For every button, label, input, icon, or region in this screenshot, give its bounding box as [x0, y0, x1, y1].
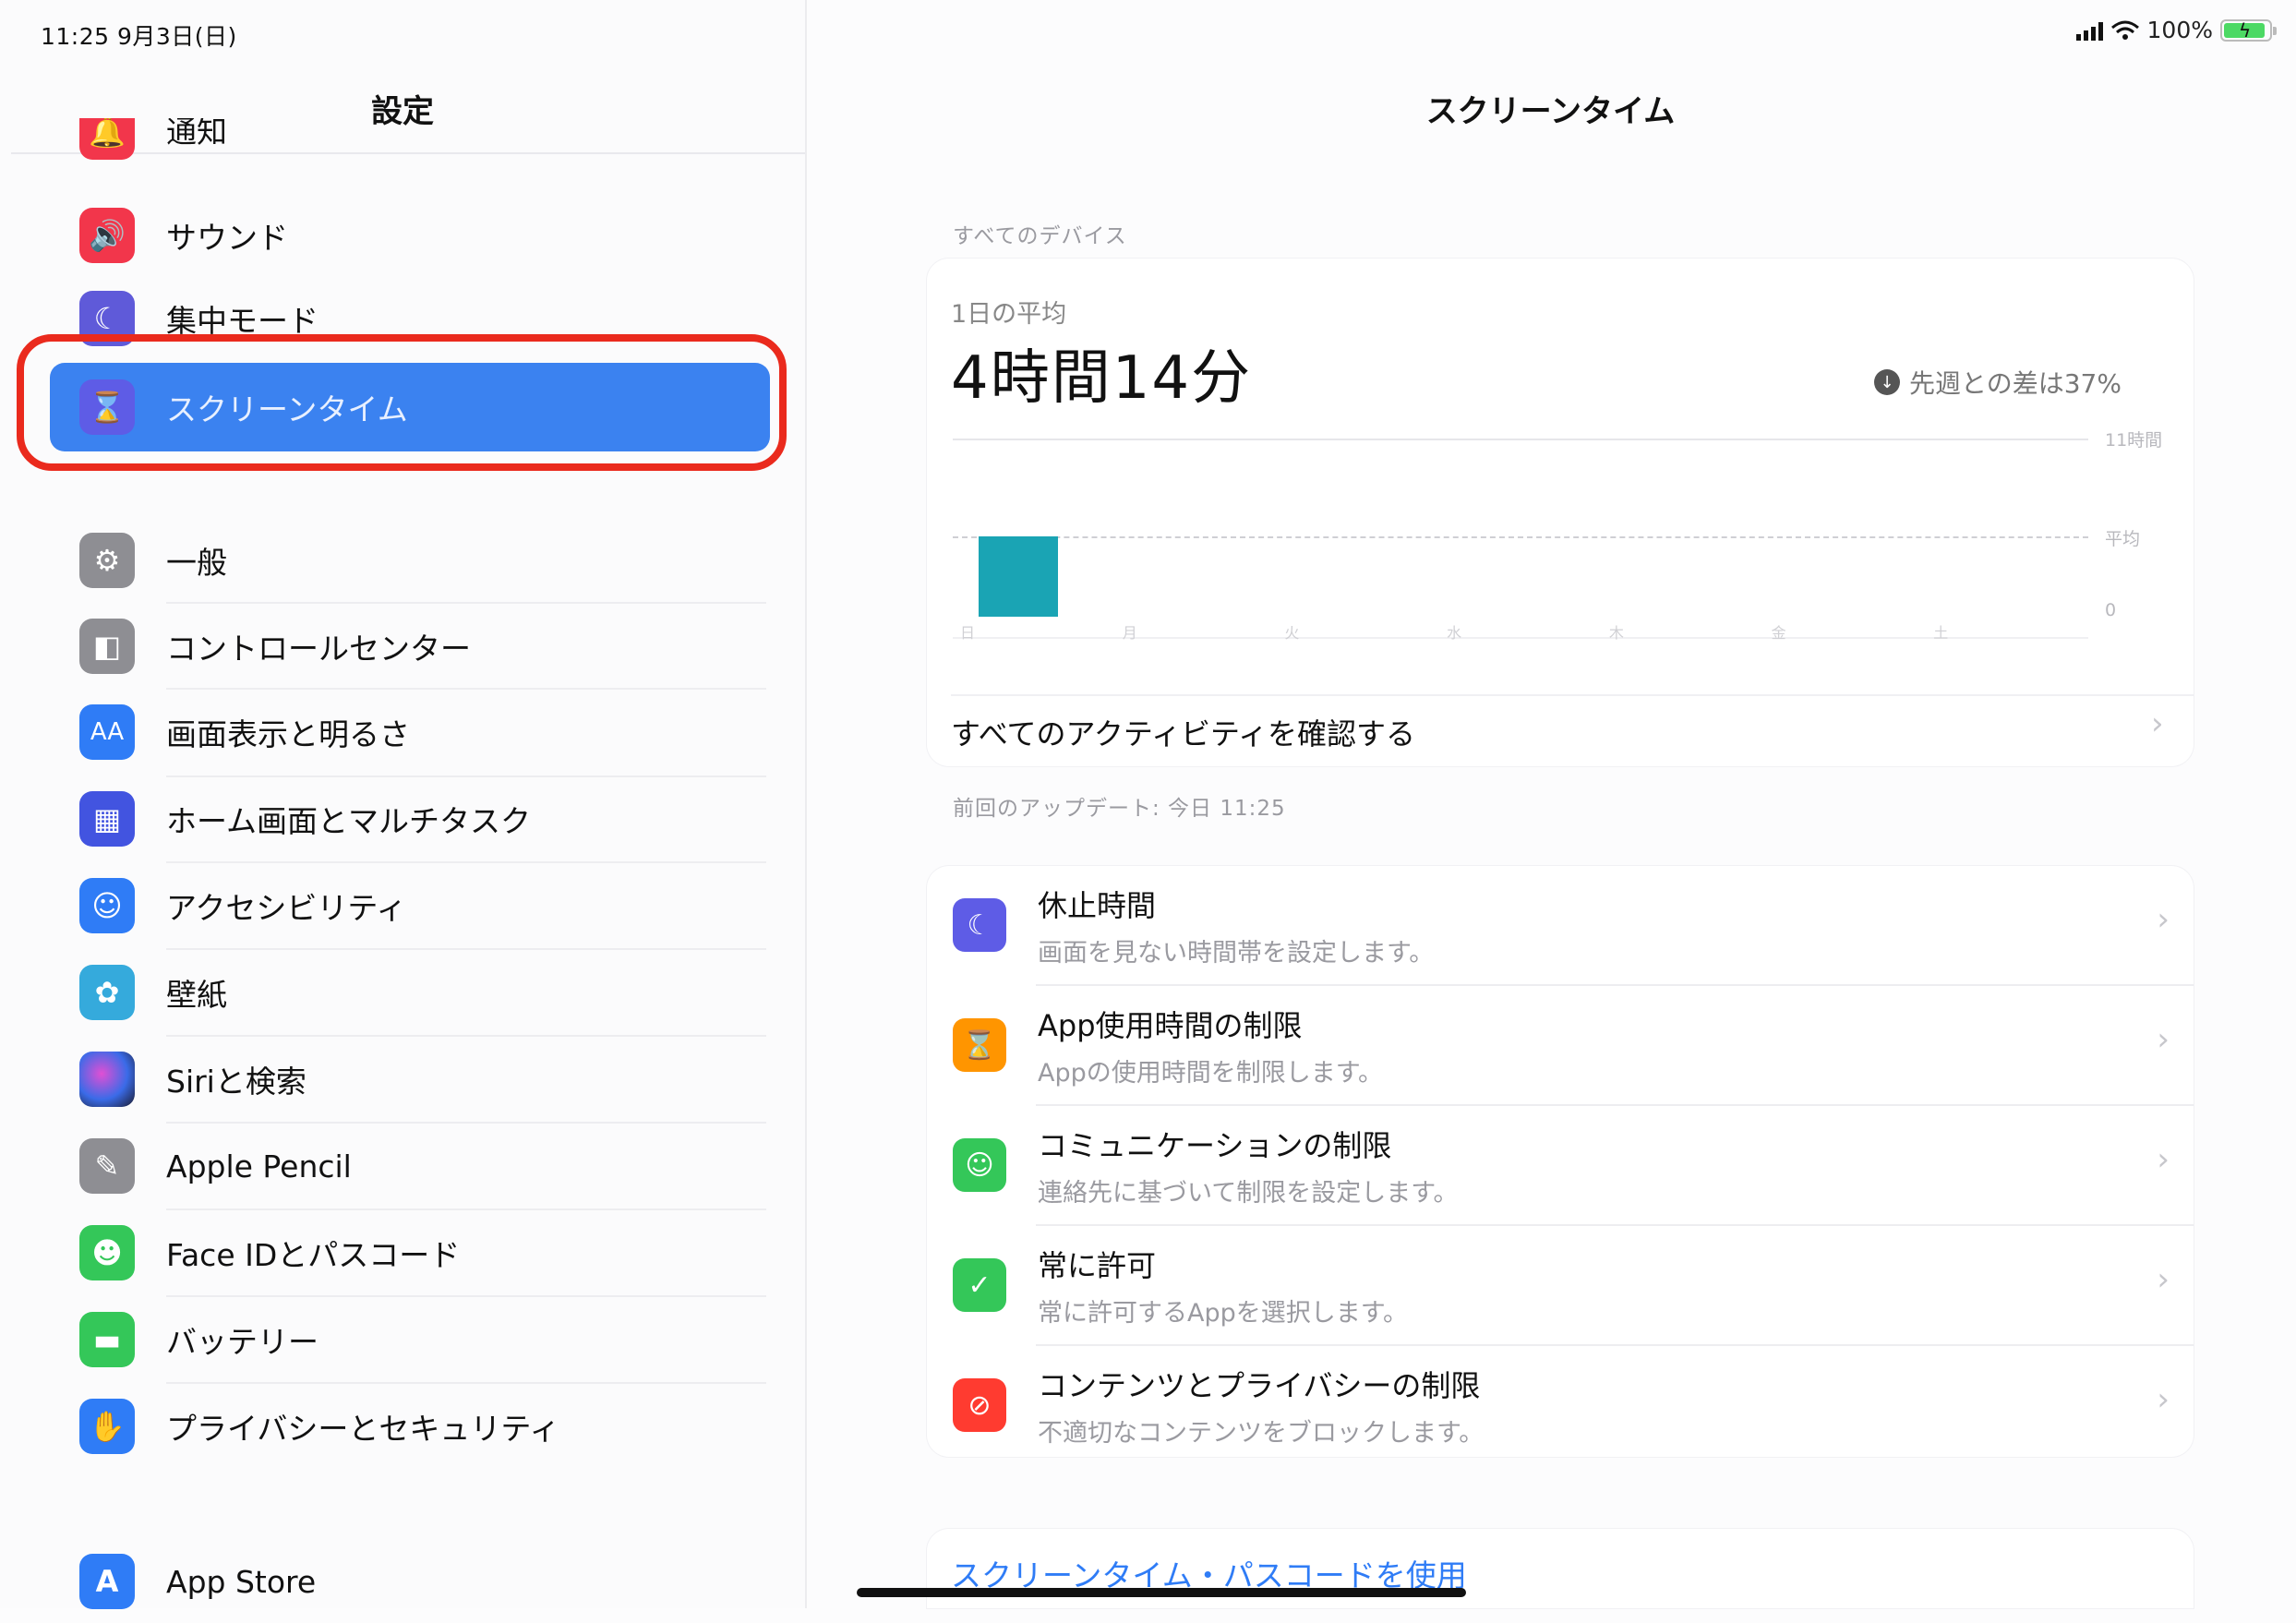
accessibility-icon: ☺	[79, 878, 135, 933]
app-store-icon: A	[79, 1554, 135, 1609]
chart-average-label: 平均	[2105, 529, 2141, 550]
chevron-right-icon: ›	[2157, 901, 2170, 938]
sidebar-item-apple-pencil[interactable]: ✎ Apple Pencil	[57, 1124, 768, 1208]
face-id-icon: ☻	[79, 1225, 135, 1280]
chevron-right-icon: ›	[2157, 1021, 2170, 1058]
gear-icon: ⚙	[79, 533, 135, 588]
option-content-privacy[interactable]: ⊘ コンテンツとプライバシーの制限 不適切なコンテンツをブロックします。 ›	[927, 1346, 2194, 1464]
sidebar-separator	[166, 861, 766, 863]
page-title: スクリーンタイム	[1425, 93, 1676, 130]
chart-x-tick-label: 月	[1122, 624, 1137, 642]
usage-bar-chart: 11時間 平均 0 日 月 火 水 木 金 土	[953, 425, 2171, 655]
last-updated-caption: 前回のアップデート: 今日 11:25	[953, 797, 1286, 821]
sidebar-separator	[166, 1295, 766, 1297]
annotation-highlight-box	[17, 334, 787, 471]
siri-icon	[79, 1052, 135, 1107]
wifi-icon	[2110, 20, 2139, 40]
sidebar-separator	[166, 1208, 766, 1210]
chart-bar	[979, 536, 1058, 617]
toggles-icon: ◧	[79, 619, 135, 674]
chevron-right-icon: ›	[2157, 1261, 2170, 1298]
chart-axis-max-label: 11時間	[2105, 430, 2163, 451]
sidebar-item-sound[interactable]: 🔊 サウンド	[57, 194, 768, 277]
hourglass-icon: ⌛	[953, 1018, 1006, 1072]
status-time: 11:25 9月3日(日)	[41, 23, 237, 50]
battery-charging-icon: ϟ	[2220, 18, 2277, 42]
sidebar-item-display[interactable]: AA 画面表示と明るさ	[57, 691, 768, 774]
bell-icon: 🔔	[79, 118, 135, 160]
sidebar-item-home-screen[interactable]: ▦ ホーム画面とマルチタスク	[57, 777, 768, 860]
sidebar-item-wallpaper[interactable]: ✿ 壁紙	[57, 951, 768, 1034]
battery-percent: 100%	[2146, 17, 2213, 43]
chart-x-tick-label: 火	[1284, 624, 1300, 642]
chart-top-gridline	[953, 439, 2088, 440]
chevron-right-icon: ›	[2157, 1381, 2170, 1418]
see-all-activity-link[interactable]: すべてのアクティビティを確認する	[951, 711, 1415, 753]
sidebar-item-app-store[interactable]: A App Store	[57, 1540, 768, 1623]
hand-icon: ✋	[79, 1399, 135, 1454]
sidebar-item-accessibility[interactable]: ☺ アクセシビリティ	[57, 864, 768, 947]
sidebar-item-battery[interactable]: ▬ バッテリー	[57, 1298, 768, 1381]
arrow-down-circle-icon: ↓	[1874, 369, 1900, 395]
option-always-allowed[interactable]: ✓ 常に許可 常に許可するAppを選択します。 ›	[927, 1226, 2194, 1344]
flower-icon: ✿	[79, 965, 135, 1020]
sidebar-separator	[166, 1122, 766, 1124]
devices-caption: すべてのデバイス	[953, 224, 1127, 248]
chart-x-tick-label: 木	[1608, 624, 1624, 642]
sidebar-separator	[166, 1035, 766, 1037]
option-app-limits[interactable]: ⌛ App使用時間の制限 Appの使用時間を制限します。 ›	[927, 986, 2194, 1104]
sidebar-separator	[166, 688, 766, 690]
chevron-right-icon: ›	[2157, 1141, 2170, 1178]
status-indicators: 100% ϟ	[2075, 17, 2277, 43]
charging-bolt-icon: ϟ	[2239, 18, 2252, 42]
card-divider	[951, 694, 2194, 696]
chart-x-tick-label: 金	[1771, 624, 1786, 642]
chart-x-tick-label: 日	[960, 624, 976, 642]
cellular-signal-icon	[2075, 20, 2103, 41]
battery-icon: ▬	[79, 1312, 135, 1367]
option-downtime[interactable]: ☾ 休止時間 画面を見ない時間帯を設定します。 ›	[927, 866, 2194, 984]
daily-average-label: 1日の平均	[951, 300, 1067, 329]
sidebar-item-privacy[interactable]: ✋ プライバシーとセキュリティ	[57, 1385, 768, 1468]
daily-average-value: 4時間14分	[951, 344, 1253, 413]
text-size-icon: AA	[79, 704, 135, 760]
sidebar-item-siri[interactable]: Siriと検索	[57, 1038, 768, 1121]
sidebar-separator	[166, 602, 766, 604]
sidebar-item-control-center[interactable]: ◧ コントロールセンター	[57, 605, 768, 688]
speaker-icon: 🔊	[79, 208, 135, 263]
chart-x-tick-label: 土	[1933, 624, 1949, 642]
chart-axis-zero-label: 0	[2105, 600, 2117, 620]
contact-icon: ☺	[953, 1138, 1006, 1192]
weekly-comparison: ↓ 先週との差は37%	[1874, 364, 2122, 401]
app-grid-icon: ▦	[79, 791, 135, 847]
restriction-icon: ⊘	[953, 1378, 1006, 1432]
sidebar-item-face-id[interactable]: ☻ Face IDとパスコード	[57, 1211, 768, 1294]
checkmark-shield-icon: ✓	[953, 1258, 1006, 1312]
sidebar-separator	[166, 948, 766, 950]
chart-x-tick-label: 水	[1447, 624, 1462, 642]
sidebar-item-general[interactable]: ⚙ 一般	[57, 519, 768, 602]
sidebar-separator	[166, 1382, 766, 1384]
chart-average-line	[953, 536, 2088, 539]
downtime-moon-icon: ☾	[953, 898, 1006, 952]
option-communication-limits[interactable]: ☺ コミュニケーションの制限 連絡先に基づいて制限を設定します。 ›	[927, 1106, 2194, 1224]
home-indicator	[857, 1588, 1466, 1597]
sidebar-item-notifications[interactable]: 🔔 通知	[57, 118, 768, 174]
chevron-right-icon: ›	[2151, 705, 2164, 742]
pencil-icon: ✎	[79, 1138, 135, 1194]
